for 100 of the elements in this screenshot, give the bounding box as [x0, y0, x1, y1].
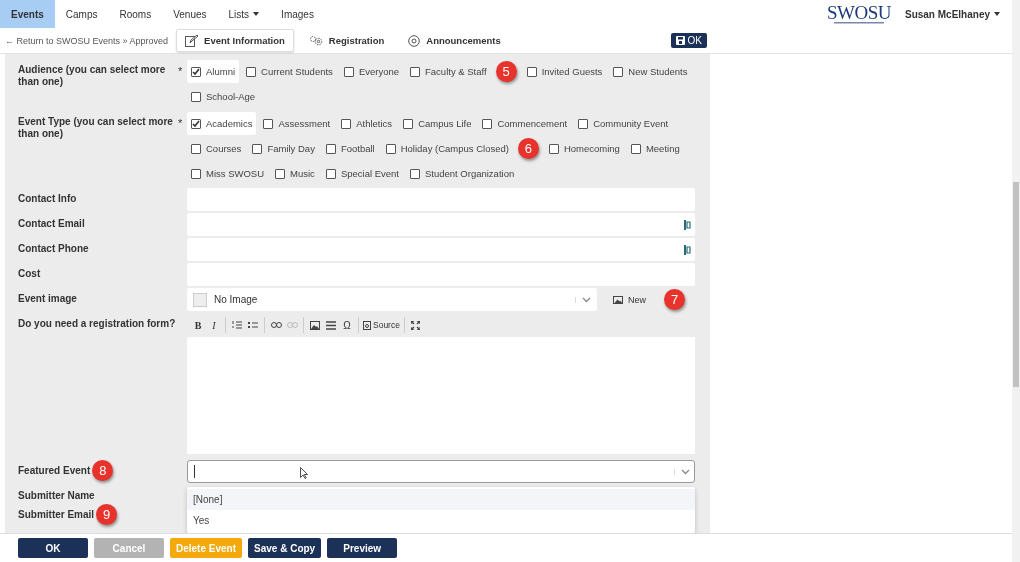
checkbox[interactable] [526, 66, 537, 77]
text-field[interactable] [187, 238, 695, 261]
checkbox[interactable] [385, 143, 396, 154]
gears-icon [308, 35, 323, 46]
symbol-button[interactable]: Ω [340, 317, 354, 333]
checkbox[interactable] [252, 143, 263, 154]
checkbox[interactable] [630, 143, 641, 154]
checkbox[interactable] [191, 168, 201, 179]
option-label: Miss SWOSU [206, 168, 265, 179]
nav-tab[interactable]: Venues [162, 0, 218, 28]
ok-button[interactable]: OK [670, 33, 707, 48]
text-field[interactable] [187, 213, 695, 236]
checkbox-option[interactable]: School-Age [187, 85, 260, 108]
checkbox-option[interactable]: Music [271, 162, 319, 185]
checkbox[interactable] [191, 143, 201, 154]
checkbox-option[interactable]: Campus Life [399, 112, 476, 135]
checkbox-option[interactable]: Everyone [339, 60, 403, 83]
action-button[interactable]: Save & Copy [248, 538, 322, 558]
checkbox[interactable] [275, 168, 286, 179]
checkbox-option[interactable]: Faculty & Staff [406, 60, 491, 83]
nav-tab[interactable]: Rooms [108, 0, 163, 28]
nav-tab[interactable]: Events [0, 0, 55, 28]
checkbox-option[interactable]: Football [321, 137, 379, 160]
source-button[interactable]: Source [363, 317, 400, 333]
option-label: Music [290, 168, 315, 179]
checkbox-option[interactable]: Holiday (Campus Closed) [381, 137, 513, 160]
checkbox-option[interactable]: Commencement [478, 112, 572, 135]
checkbox[interactable] [191, 91, 201, 102]
checkbox[interactable] [578, 118, 589, 129]
checkbox-option[interactable]: Homecoming [544, 137, 624, 160]
action-button[interactable]: Preview [327, 538, 398, 558]
checkbox-option[interactable]: New Students [609, 60, 692, 83]
option-label: Current Students [261, 66, 333, 77]
dropdown-option[interactable]: [None] [187, 489, 695, 510]
chevron-down-icon [681, 468, 690, 475]
checkbox[interactable] [325, 143, 336, 154]
checkbox[interactable] [343, 66, 354, 77]
required-mark: * [178, 64, 184, 77]
checkbox-option[interactable]: Current Students [242, 60, 337, 83]
callout-badge: 6 [517, 138, 539, 159]
checkbox[interactable] [482, 118, 493, 129]
dropdown-option[interactable]: Yes [187, 510, 695, 531]
option-label: Football [340, 143, 375, 154]
checkbox-option[interactable]: Athletics [337, 112, 397, 135]
checkbox[interactable] [403, 118, 414, 129]
save-icon [675, 36, 685, 45]
checkbox-option[interactable]: Community Event [574, 112, 673, 135]
checkbox[interactable] [191, 118, 201, 129]
checkbox[interactable] [410, 66, 420, 77]
option-label: Courses [206, 143, 242, 154]
callout-badge: 8 [92, 460, 114, 481]
checkbox-option[interactable]: Family Day [248, 137, 319, 160]
checkbox[interactable] [548, 143, 559, 154]
option-label: Faculty & Staff [425, 66, 487, 77]
field-label: Event image [18, 292, 77, 305]
checkbox-option[interactable]: Academics [187, 112, 257, 135]
checkbox[interactable] [613, 66, 624, 77]
field-label: Do you need a registration form? [18, 317, 176, 330]
checkbox-option[interactable]: Special Event [321, 162, 403, 185]
scrollbar[interactable] [1012, 0, 1020, 562]
checkbox-option[interactable]: Assessment [259, 112, 335, 135]
option-label: Assessment [278, 118, 331, 129]
checkbox-option[interactable]: Invited Guests [522, 60, 607, 83]
document-icon [363, 320, 371, 330]
action-button[interactable]: OK [18, 538, 88, 558]
checkbox-option[interactable]: Courses [187, 137, 246, 160]
field-label: Featured Event [18, 464, 91, 477]
checkbox[interactable] [246, 66, 257, 77]
new-image-button[interactable]: New [607, 291, 652, 308]
user-menu[interactable]: Susan McElhaney [904, 0, 1000, 28]
checkbox-option[interactable]: Meeting [626, 137, 684, 160]
contact-card-icon[interactable] [684, 244, 691, 255]
back-link[interactable]: ← Return to SWOSU Events » Approved [5, 35, 169, 46]
option-label: Everyone [358, 66, 399, 77]
contact-card-icon[interactable] [684, 219, 691, 230]
callout-badge: 7 [664, 289, 685, 310]
option-label: Family Day [267, 143, 315, 154]
select-field[interactable] [187, 460, 695, 483]
nav-tab[interactable]: Lists [217, 0, 271, 28]
checkbox-option[interactable]: Student Organization [405, 162, 519, 185]
italic-button[interactable]: I [207, 317, 221, 333]
callout-badge: 5 [495, 61, 517, 82]
nav-tab[interactable]: Camps [54, 0, 109, 28]
option-label: Community Event [593, 118, 669, 129]
nav-tab[interactable]: Images [270, 0, 325, 28]
option-label: Campus Life [418, 118, 472, 129]
checkbox-option[interactable]: Miss SWOSU [187, 162, 269, 185]
field-label: Contact Info [18, 192, 77, 205]
field-label: Event Type (you can select more than one) [18, 115, 174, 140]
checkbox[interactable] [325, 168, 336, 179]
checkbox[interactable] [409, 168, 420, 179]
checkbox[interactable] [263, 118, 274, 129]
section-tab[interactable]: Event Information [176, 29, 294, 52]
field-label: Audience (you can select more than one) [18, 63, 167, 88]
checkbox[interactable] [341, 118, 352, 129]
image-swatch [193, 292, 207, 307]
checkbox[interactable] [191, 66, 201, 77]
checkbox-option[interactable]: Alumni [187, 60, 240, 83]
image-select[interactable]: No Image [187, 288, 597, 311]
bold-button[interactable]: B [191, 317, 205, 333]
